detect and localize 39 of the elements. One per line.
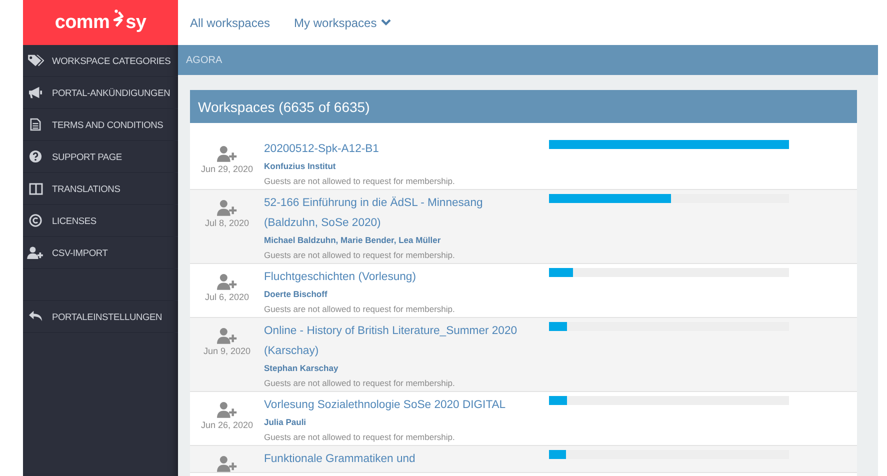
membership-note: Guests are not allowed to request for membership.	[264, 175, 456, 188]
date: Jul 8, 2020	[204, 218, 250, 228]
reply-icon	[28, 310, 43, 323]
copyright-icon	[29, 214, 42, 227]
workspace-title-link[interactable]: 20200512-Spk-A12-B1	[264, 139, 526, 159]
member-names: Konfuzius Institut	[264, 160, 337, 173]
question-icon	[29, 150, 42, 163]
member-names: Stephan Karschay	[264, 362, 340, 375]
workspace-title-link[interactable]: Online - History of British Literature_Summer 2020 (Karschay)	[264, 321, 526, 361]
date: Jun 29, 2020	[200, 164, 254, 174]
workspace-title-link[interactable]: Fluchtgeschichten (Vorlesung)	[264, 267, 526, 287]
member-names: Julia Pauli	[264, 416, 308, 429]
user-plus-icon	[217, 401, 237, 418]
panel-title: Workspaces (6635 of 6635)	[198, 98, 370, 114]
membership-note: Guests are not allowed to request for membership.	[264, 431, 456, 444]
date: Jun 26, 2020	[200, 420, 254, 430]
member-names: Michael Baldzuhn, Marie Bender, Lea Müller	[264, 234, 442, 247]
megaphone-icon	[28, 86, 43, 99]
columns-icon	[28, 182, 42, 194]
user-plus-icon	[217, 273, 237, 290]
date: Jul 6, 2020	[204, 292, 250, 302]
tag-icon	[27, 54, 44, 67]
membership-note: Guests are not allowed to request for membership.	[264, 377, 456, 390]
membership-note: Guests are not allowed to request for membership.	[264, 249, 456, 262]
user-plus-icon	[217, 199, 237, 216]
commsy-logo[interactable]: comm sy	[23, 0, 178, 45]
date: Jun 9, 2020	[203, 346, 251, 356]
member-names: Doerte Bischoff	[264, 288, 328, 301]
user-plus-icon	[217, 455, 237, 472]
membership-note: Guests are not allowed to request for membership.	[264, 303, 456, 316]
document-icon	[30, 118, 41, 131]
nav-link[interactable]: My workspaces	[294, 16, 391, 30]
breadcrumb[interactable]: AGORA	[186, 54, 222, 66]
user-plus-icon	[27, 246, 44, 259]
workspace-title-link[interactable]: 52-166 Einführung in die ÄdSL - Minnesang (Baldzuhn, SoSe 2020)	[264, 193, 526, 233]
user-plus-icon	[217, 145, 237, 162]
workspace-title-link[interactable]: Vorlesung Sozialethnologie SoSe 2020 DIGITAL	[264, 395, 526, 415]
nav-link[interactable]: All workspaces	[190, 16, 270, 30]
user-plus-icon	[217, 327, 237, 344]
